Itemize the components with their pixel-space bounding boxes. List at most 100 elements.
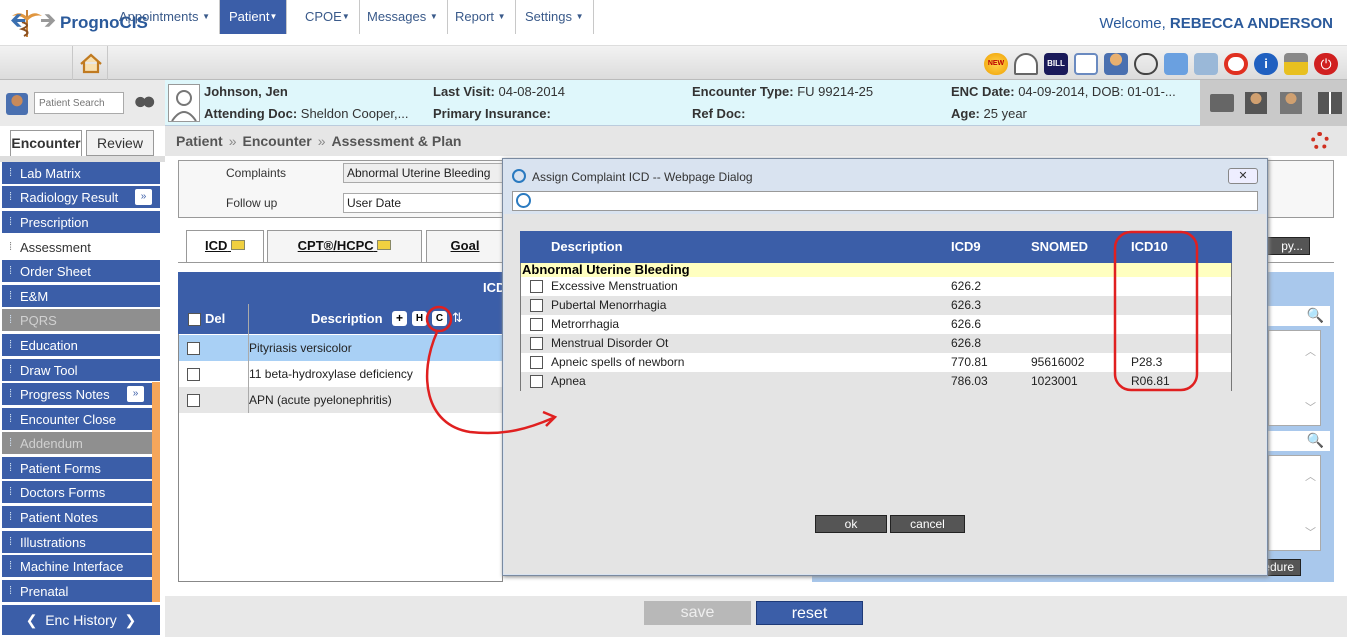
patient-edit-icon[interactable] (1280, 92, 1302, 114)
ok-button[interactable]: ok (815, 515, 887, 533)
table-row[interactable]: Apnea 786.03 1023001 R06.81 (521, 372, 1231, 391)
network-icon[interactable] (1318, 92, 1342, 114)
table-row[interactable]: APN (acute pyelonephritis) (179, 387, 503, 413)
lifebuoy-icon[interactable] (1224, 53, 1248, 75)
briefcase-icon[interactable] (1210, 94, 1234, 112)
sidebar-item-lab-matrix[interactable]: ⁞ Lab Matrix (2, 162, 160, 185)
gauge-icon[interactable] (1014, 53, 1038, 75)
expand-arrow-icon[interactable]: » (135, 189, 152, 205)
sidebar-item-education[interactable]: ⁞ Education (2, 334, 160, 357)
scroll-up-icon[interactable]: ︿ (1305, 343, 1316, 359)
stethoscope-icon[interactable] (1134, 53, 1158, 75)
tab-goal[interactable]: Goal (426, 230, 504, 262)
cancel-button[interactable]: cancel (890, 515, 965, 533)
row-checkbox[interactable] (530, 299, 543, 312)
row-checkbox[interactable] (530, 280, 543, 293)
doctor-icon[interactable] (1245, 92, 1267, 114)
patients-group-icon[interactable] (132, 94, 156, 114)
history-icd-button[interactable]: H (412, 311, 427, 326)
row-checkbox[interactable] (530, 375, 543, 388)
sidebar-item-doctors-forms[interactable]: ⁞ Doctors Forms (2, 481, 152, 504)
row-checkbox[interactable] (530, 337, 543, 350)
inbox-download-icon[interactable] (1164, 53, 1188, 75)
scroll-down-icon[interactable]: ﹀ (1305, 524, 1316, 540)
sidebar-item-assessment[interactable]: ⁞ Assessment (2, 236, 160, 259)
row-checkbox[interactable] (187, 342, 200, 355)
sidebar-item-radiology-result[interactable]: ⁞ Radiology Result» (2, 186, 160, 209)
save-button[interactable]: save (644, 601, 751, 625)
row-checkbox[interactable] (187, 368, 200, 381)
info-icon[interactable]: i (1254, 53, 1278, 75)
back-arrow-icon[interactable]: 🡸 (10, 6, 26, 40)
sidebar-item-illustrations[interactable]: ⁞ Illustrations (2, 531, 152, 554)
sidebar-item-patient-notes[interactable]: ⁞ Patient Notes (2, 506, 152, 529)
sidebar-item-prescription[interactable]: ⁞ Prescription (2, 211, 160, 234)
notes-textarea-b[interactable]: ︿ ﹀ (1268, 455, 1321, 551)
row-checkbox[interactable] (530, 318, 543, 331)
row-checkbox[interactable] (187, 394, 200, 407)
sidebar-item-draw-tool[interactable]: ⁞ Draw Tool (2, 359, 160, 382)
scroll-down-icon[interactable]: ﹀ (1305, 399, 1316, 415)
menu-report[interactable]: Report ▼ (446, 0, 516, 34)
menu-patient[interactable]: Patient▼ (220, 0, 288, 34)
user-name[interactable]: REBECCA ANDERSON (1170, 15, 1333, 32)
tab-icd[interactable]: ICD (186, 230, 264, 262)
sidebar-item-patient-forms[interactable]: ⁞ Patient Forms (2, 457, 152, 480)
patient-name[interactable]: Johnson, Jen (204, 84, 288, 99)
help-lifebuoy-icon[interactable] (1311, 132, 1329, 150)
home-button[interactable] (72, 46, 108, 80)
col-description: Description (551, 239, 623, 254)
select-all-checkbox[interactable] (188, 313, 201, 326)
complaint-icd-button[interactable]: C (432, 311, 447, 326)
expand-arrow-icon[interactable]: » (127, 386, 144, 402)
table-row[interactable]: Metrorrhagia 626.6 (521, 315, 1231, 334)
table-row[interactable]: Pityriasis versicolor (179, 335, 503, 361)
patient-search-input[interactable] (34, 92, 124, 114)
user-icon[interactable] (1104, 53, 1128, 75)
scroll-up-icon[interactable]: ︿ (1305, 468, 1316, 484)
encounter-type-label: Encounter Type: (692, 84, 794, 99)
table-row[interactable]: Menstrual Disorder Ot 626.8 (521, 334, 1231, 353)
bill-icon[interactable]: BILL (1044, 53, 1068, 75)
lock-icon[interactable] (1284, 53, 1308, 75)
sidebar-item-machine-interface[interactable]: ⁞ Machine Interface (2, 555, 152, 578)
crumb-patient[interactable]: Patient (176, 133, 223, 149)
magnifier-icon[interactable]: 🔍 (1307, 432, 1324, 449)
calendar-icon[interactable] (1074, 53, 1098, 75)
table-row[interactable]: Apneic spells of newborn 770.81 95616002 P2… (521, 353, 1231, 372)
sort-icon[interactable]: ⇅ (452, 310, 463, 326)
table-row[interactable]: Pubertal Menorrhagia 626.3 (521, 296, 1231, 315)
sidebar-item-prenatal[interactable]: ⁞ Prenatal (2, 580, 152, 603)
col-description[interactable]: Description (311, 311, 383, 326)
magnifier-icon[interactable]: 🔍 (1307, 307, 1324, 324)
menu-messages[interactable]: Messages ▼ (358, 0, 448, 34)
add-icd-button[interactable]: + (392, 311, 407, 326)
patient-user-icon[interactable] (6, 93, 28, 115)
tab-cpt[interactable]: CPT®/HCPC (267, 230, 422, 262)
table-row[interactable]: Excessive Menstruation 626.2 (521, 277, 1231, 296)
sidebar-item-encounter-close[interactable]: ⁞ Encounter Close (2, 408, 152, 431)
ie-icon (512, 169, 526, 183)
tab-review[interactable]: Review (86, 130, 154, 156)
followup-select[interactable]: User Date (343, 193, 503, 213)
dialog-close-button[interactable]: ✕ (1228, 168, 1258, 184)
power-icon[interactable]: ⏻ (1314, 53, 1338, 75)
row-checkbox[interactable] (530, 356, 543, 369)
enc-history-button[interactable]: ❮ Enc History ❯ (2, 605, 160, 635)
menu-settings[interactable]: Settings ▼ (516, 0, 594, 34)
reset-button[interactable]: reset (756, 601, 863, 625)
notes-textarea-a[interactable]: ︿ ﹀ (1268, 330, 1321, 426)
table-row[interactable]: 11 beta-hydroxylase deficiency (179, 361, 503, 387)
documents-icon[interactable] (1194, 53, 1218, 75)
tab-encounter[interactable]: Encounter (10, 130, 82, 156)
crumb-encounter[interactable]: Encounter (242, 133, 311, 149)
menu-appointments[interactable]: Appointments ▼ (110, 0, 221, 34)
sidebar-item-em[interactable]: ⁞ E&M (2, 285, 160, 308)
sidebar-item-order-sheet[interactable]: ⁞ Order Sheet (2, 260, 160, 283)
row-icd9: 626.6 (951, 317, 982, 331)
forward-arrow-icon[interactable]: 🡺 (40, 6, 56, 40)
complaints-field[interactable]: Abnormal Uterine Bleeding (343, 163, 503, 183)
menu-cpoe[interactable]: CPOE▼ (296, 0, 360, 34)
sidebar-item-progress-notes[interactable]: ⁞ Progress Notes» (2, 383, 152, 406)
new-badge-icon[interactable]: NEW (984, 53, 1008, 75)
